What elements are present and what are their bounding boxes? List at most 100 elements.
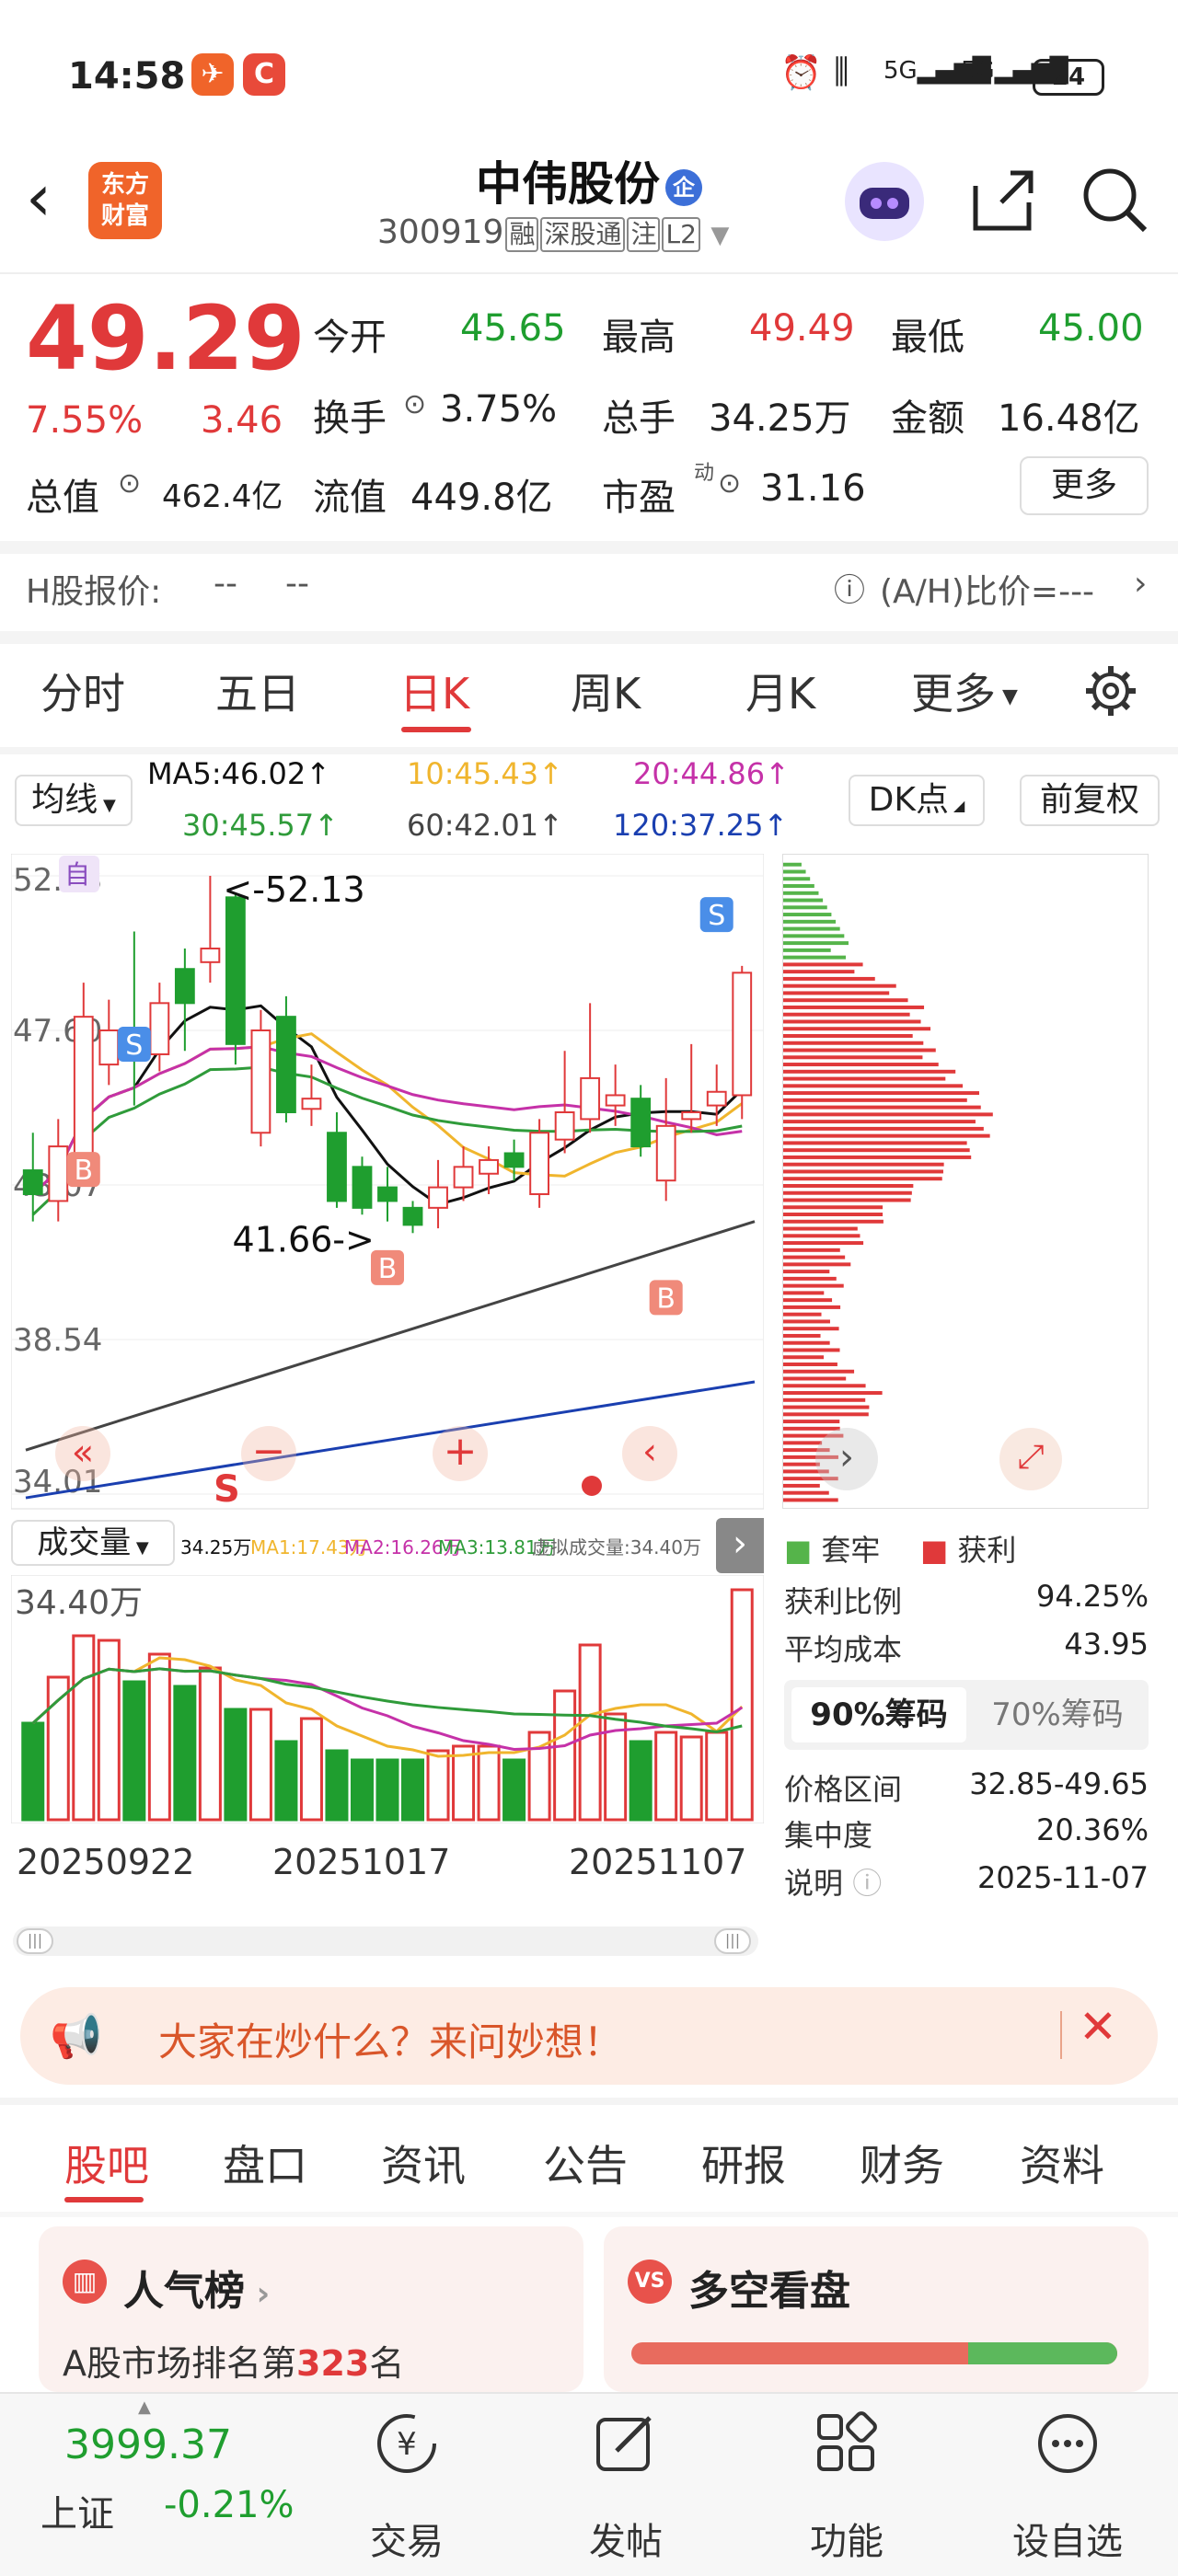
ai-banner[interactable]: 📢 大家在炒什么？来问妙想！ ✕ (20, 1987, 1158, 2085)
functions-icon[interactable] (810, 2407, 884, 2480)
popularity-title: 人气榜 › (123, 2268, 271, 2315)
kline-chart[interactable]: 52.1347.6043.0738.5434.01 <-52.1341.66->… (11, 854, 764, 1516)
high-value: 49.49 (749, 307, 855, 350)
candle-body (377, 1186, 398, 1202)
chip-bar (783, 1005, 925, 1009)
panel-toggle-icon[interactable]: › (716, 1518, 764, 1573)
tab-finance[interactable]: 财务 (860, 2133, 944, 2193)
assistant-robot-icon[interactable] (845, 162, 924, 241)
chip-bar (783, 1084, 964, 1088)
notification-c-icon: C (243, 53, 285, 96)
tab-announcements[interactable]: 公告 (543, 2133, 628, 2193)
candle-body (301, 1098, 322, 1110)
more-dots-icon[interactable] (1031, 2407, 1104, 2480)
tab-pankou[interactable]: 盘口 (223, 2133, 307, 2193)
tab-more[interactable]: 更多 ▼ (911, 661, 1018, 721)
close-icon[interactable]: ✕ (1079, 2000, 1117, 2053)
zoom-out-icon[interactable]: − (241, 1426, 296, 1481)
tab-research[interactable]: 研报 (701, 2133, 786, 2193)
chip-bar (783, 905, 827, 910)
collapse-icon[interactable]: ▲ (138, 2398, 151, 2417)
rank-value: 323 (296, 2343, 370, 2384)
footer-post[interactable]: 发帖 (552, 2512, 699, 2565)
tab-five-day[interactable]: 五日 (215, 661, 300, 721)
chart-icon: ▥ (63, 2260, 107, 2304)
ah-ratio[interactable]: (A/H)比价=--- (880, 565, 1094, 613)
chip-bar (783, 1155, 972, 1159)
dk-label: DK点 (868, 781, 949, 819)
enterprise-badge: 企 (665, 168, 702, 206)
chip-bar (783, 976, 875, 981)
scroll-handle-left[interactable]: ||| (17, 1928, 53, 1954)
chip-bar (783, 1048, 936, 1052)
chip-bar (783, 1262, 851, 1267)
volume-chart[interactable]: 34.40万 (11, 1575, 764, 1823)
settings-gear-icon[interactable] (1082, 662, 1139, 723)
info-icon[interactable]: ⊙ (718, 467, 741, 500)
sell-marker-s: S (214, 1468, 240, 1511)
info-icon[interactable]: ⊙ (118, 467, 141, 500)
chip-bar (783, 1384, 866, 1388)
divider (0, 2212, 1178, 2217)
tab-weekly-k[interactable]: 周K (571, 661, 641, 721)
low-label: 最低 (891, 316, 964, 359)
footer-trade[interactable]: 交易 (333, 2512, 480, 2565)
vs-icon: VS (628, 2260, 672, 2304)
search-icon[interactable] (1079, 164, 1152, 241)
volume-bar (299, 1717, 323, 1822)
volume-header: 成交量 ▼ 34.25万 MA1:17.43万 MA2:16.26万 MA3:1… (11, 1518, 764, 1573)
previous-icon[interactable]: ‹ (622, 1426, 677, 1481)
chip-bar (783, 1105, 981, 1110)
chip-distribution-chart (782, 854, 1149, 1509)
legend-profit: ■ 获利 (920, 1533, 1017, 1568)
index-value[interactable]: 3999.37 (64, 2421, 232, 2468)
tab-guba[interactable]: 股吧 (64, 2133, 149, 2193)
tab-chip-90[interactable]: 90%筹码 (791, 1687, 966, 1742)
share-icon[interactable] (968, 166, 1038, 239)
tab-daily-k[interactable]: 日K (399, 661, 469, 721)
volume-select[interactable]: 成交量 ▼ (11, 1520, 175, 1566)
post-icon[interactable] (589, 2407, 663, 2480)
tab-minute[interactable]: 分时 (40, 661, 125, 721)
stock-name: 中伟股份 (476, 157, 660, 211)
expand-icon[interactable]: ⤢ (999, 1428, 1062, 1490)
buy-marker-label: B (656, 1282, 676, 1315)
chip-bar (783, 1270, 830, 1274)
tab-news[interactable]: 资讯 (381, 2133, 466, 2193)
chart-scrollbar[interactable]: ||| ||| (13, 1926, 758, 1956)
open-value: 45.65 (460, 307, 566, 350)
zoom-in-icon[interactable]: + (433, 1426, 488, 1481)
chip-bar (783, 1255, 846, 1259)
more-button[interactable]: 更多 (1020, 456, 1149, 515)
hshare-label: H股报价: (26, 573, 162, 611)
help-icon[interactable]: ⓘ (834, 565, 865, 610)
net1-label: 5G (884, 57, 918, 85)
tab-more-label: 更多 (911, 669, 996, 719)
tab-monthly-k[interactable]: 月K (745, 661, 815, 721)
ma-select[interactable]: 均线 ▼ (15, 775, 133, 826)
footer-watchlist[interactable]: 设自选 (994, 2512, 1141, 2565)
volume-bar (248, 1708, 272, 1822)
chip-bar (783, 1248, 840, 1252)
dk-point-button[interactable]: DK点 ◢ (849, 775, 985, 826)
high-label: 最高 (602, 316, 676, 359)
chip-bar (783, 1226, 858, 1231)
index-name: 上证 (40, 2493, 114, 2536)
stock-code-line[interactable]: 300919 融深股通注 L2 ▼ (377, 213, 729, 252)
tab-chip-70[interactable]: 70%筹码 (972, 1687, 1143, 1742)
trade-icon[interactable]: ¥ (370, 2407, 444, 2480)
scroll-handle-right[interactable]: ||| (714, 1928, 751, 1954)
chip-bar (783, 1319, 830, 1324)
info-icon[interactable]: ⓘ (852, 1866, 882, 1901)
tab-profile[interactable]: 资料 (1020, 2133, 1104, 2193)
chip-bar (783, 1498, 838, 1502)
adjust-button[interactable]: 前复权 (1020, 775, 1160, 826)
profit-ratio-label: 获利比例 (784, 1584, 903, 1619)
longshort-card[interactable]: VS 多空看盘 (604, 2226, 1149, 2392)
rewind-icon[interactable]: « (55, 1426, 110, 1481)
popularity-card[interactable]: ▥ 人气榜 › A股市场排名第323名 (39, 2226, 583, 2392)
chip-next-icon[interactable]: › (815, 1428, 878, 1490)
info-icon[interactable]: ⊙ (403, 388, 426, 420)
footer-functions[interactable]: 功能 (773, 2512, 920, 2565)
candle-body (225, 896, 246, 1045)
